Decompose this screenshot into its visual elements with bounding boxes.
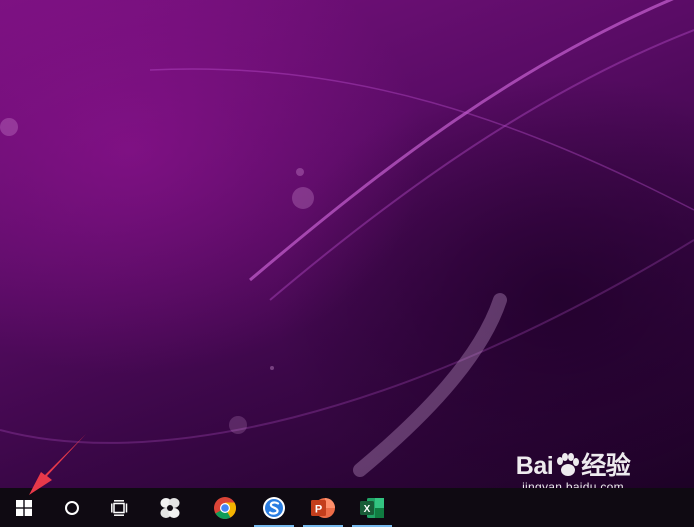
watermark-brand: Bai 经验 <box>488 452 658 480</box>
excel-icon: X <box>360 497 384 518</box>
taskbar-app-powerpoint[interactable]: P <box>303 488 343 527</box>
powerpoint-icon: P <box>311 497 335 518</box>
excel-letter: X <box>364 504 371 515</box>
watermark-brand-right: 经验 <box>581 452 631 480</box>
taskbar-app-sogou-browser[interactable] <box>254 488 294 527</box>
paw-icon <box>557 453 580 476</box>
cortana-search-button[interactable] <box>52 488 92 527</box>
taskbar-app-excel[interactable]: X <box>352 488 392 527</box>
fan-app-icon <box>160 497 180 518</box>
windows-start-icon <box>16 499 32 516</box>
start-button[interactable] <box>4 488 44 527</box>
sogou-browser-icon <box>263 496 285 519</box>
wallpaper-art <box>0 0 694 477</box>
taskbar: P X <box>0 488 694 527</box>
task-view-icon <box>111 499 128 516</box>
taskbar-app-chrome[interactable] <box>205 488 245 527</box>
chrome-icon <box>214 496 236 519</box>
desktop-wallpaper[interactable] <box>0 0 694 488</box>
cortana-search-icon <box>65 500 79 515</box>
watermark-brand-left: Bai <box>515 452 554 480</box>
taskbar-app-fan[interactable] <box>150 488 190 527</box>
powerpoint-letter: P <box>315 503 322 515</box>
screen: Bai 经验 jingyan.baidu.com P X <box>0 0 694 527</box>
task-view-button[interactable] <box>100 488 140 527</box>
